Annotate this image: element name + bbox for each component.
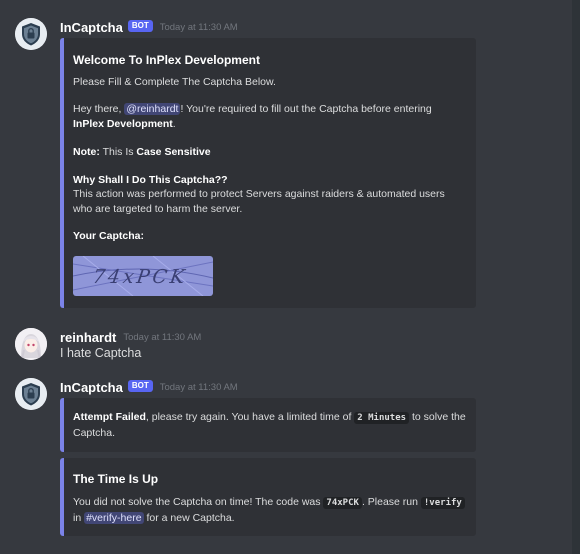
time-up-embed: The Time Is Up You did not solve the Cap…: [60, 458, 476, 536]
time-up-text: You did not solve the Captcha on time! T…: [73, 496, 324, 508]
embed-line-note: Note: This Is Case Sensitive: [73, 146, 211, 158]
attempt-line-1: Attempt Failed, please try again. You ha…: [73, 411, 466, 424]
captcha-image[interactable]: 74xPCK: [73, 256, 213, 296]
incaptcha-avatar[interactable]: [15, 378, 47, 410]
message-header: InCaptcha BOT Today at 11:30 AM: [60, 17, 238, 37]
message-text: I hate Captcha: [60, 346, 142, 360]
message-header: reinhardt Today at 11:30 AM: [60, 327, 201, 347]
greeting-rest: ! You're required to fill out the Captch…: [180, 103, 432, 115]
time-up-line-2: in #verify-here for a new Captcha.: [73, 512, 235, 524]
scrollbar[interactable]: [572, 0, 580, 554]
period: .: [172, 118, 176, 130]
attempt-line-2: Captcha.: [73, 427, 116, 439]
your-captcha-label: Your Captcha:: [73, 230, 144, 242]
why-line-1: This action was performed to protect Ser…: [73, 188, 445, 200]
timestamp: Today at 11:30 AM: [159, 21, 238, 33]
embed-line-greeting: Hey there, @reinhardt! You're required t…: [73, 103, 432, 115]
time-limit-code: 2 Minutes: [354, 412, 410, 424]
why-line-2: who are targeted to harm the server.: [73, 203, 243, 215]
username[interactable]: reinhardt: [60, 330, 116, 345]
note-text: This Is: [99, 146, 137, 158]
username[interactable]: InCaptcha: [60, 380, 123, 395]
message-incaptcha-result: InCaptcha BOT Today at 11:30 AM Attempt …: [0, 378, 570, 538]
time-up-line-1: You did not solve the Captcha on time! T…: [73, 496, 465, 509]
embed-title: The Time Is Up: [73, 472, 159, 486]
note-label: Note:: [73, 146, 100, 158]
bot-tag: BOT: [127, 20, 153, 32]
timestamp: Today at 11:30 AM: [159, 381, 238, 393]
username[interactable]: InCaptcha: [60, 20, 123, 35]
attempt-failed-label: Attempt Failed: [73, 411, 146, 423]
welcome-embed: Welcome To InPlex Development Please Fil…: [60, 38, 476, 308]
time-up-text-2: . Please run: [361, 496, 421, 508]
note-bold: Case Sensitive: [136, 146, 211, 158]
message-header: InCaptcha BOT Today at 11:30 AM: [60, 377, 238, 397]
user-mention[interactable]: @reinhardt: [124, 103, 181, 115]
verify-command: !verify: [420, 497, 465, 509]
bot-tag: BOT: [127, 380, 153, 392]
reinhardt-avatar[interactable]: [15, 328, 47, 360]
channel-mention[interactable]: #verify-here: [84, 512, 144, 524]
message-incaptcha-welcome: InCaptcha BOT Today at 11:30 AM Welcome …: [0, 18, 570, 308]
shield-icon: [15, 18, 47, 50]
embed-line-server: InPlex Development.: [73, 118, 176, 130]
incaptcha-avatar[interactable]: [15, 18, 47, 50]
greeting-text: Hey there,: [73, 103, 125, 115]
time-up-text-3: for a new Captcha.: [143, 512, 235, 524]
message-reinhardt: reinhardt Today at 11:30 AM I hate Captc…: [0, 328, 570, 368]
why-title: Why Shall I Do This Captcha??: [73, 174, 228, 186]
captcha-code: 74xPCK: [323, 497, 362, 509]
timestamp: Today at 11:30 AM: [123, 331, 202, 343]
in-text: in: [73, 512, 85, 524]
embed-line-instructions: Please Fill & Complete The Captcha Below…: [73, 76, 276, 88]
captcha-text: 74xPCK: [91, 265, 189, 288]
attempt-text-2: to solve the: [409, 411, 466, 423]
embed-title: Welcome To InPlex Development: [73, 53, 260, 67]
server-name: InPlex Development: [73, 118, 173, 130]
anime-avatar-icon: [15, 328, 47, 360]
attempt-text: , please try again. You have a limited t…: [145, 411, 355, 423]
shield-icon: [15, 378, 47, 410]
attempt-failed-embed: Attempt Failed, please try again. You ha…: [60, 398, 476, 452]
